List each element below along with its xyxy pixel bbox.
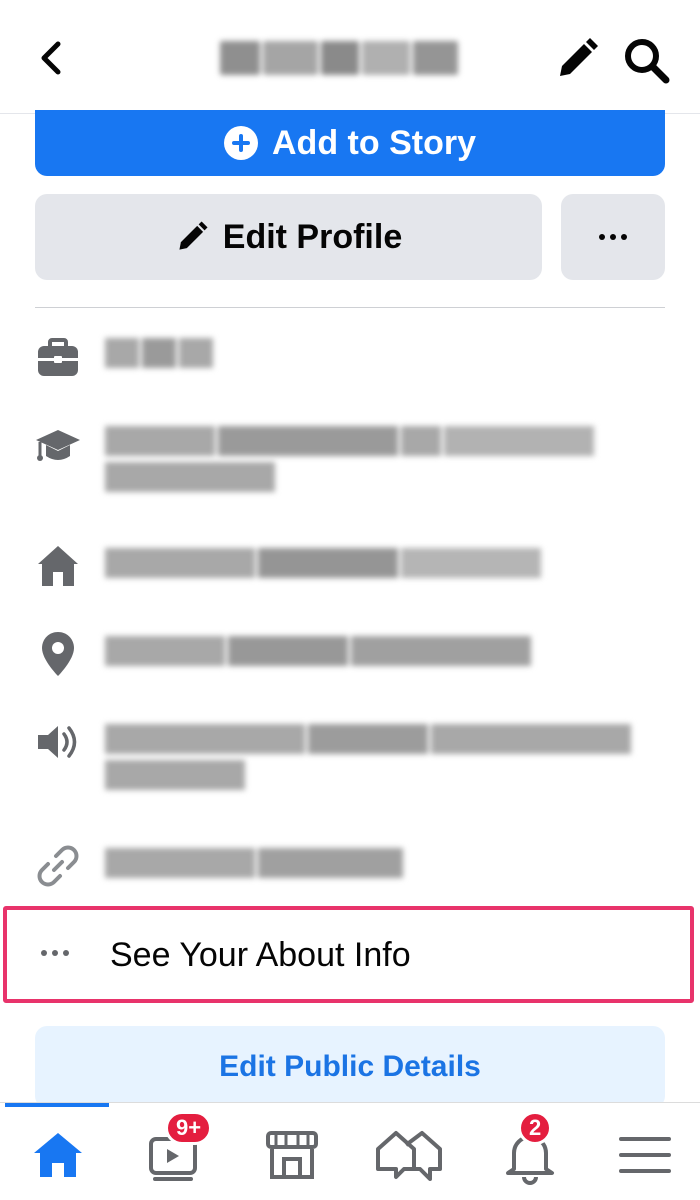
edit-profile-label: Edit Profile [222, 217, 403, 256]
more-options-button[interactable] [561, 194, 665, 280]
divider [35, 307, 665, 308]
bottom-navigation: 9+ 2 [0, 1102, 700, 1200]
edit-profile-button[interactable]: Edit Profile [35, 194, 542, 280]
active-tab-indicator [5, 1103, 109, 1107]
info-item-lives-in [30, 540, 670, 600]
notification-badge: 2 [518, 1111, 553, 1145]
marketplace-icon[interactable] [262, 1125, 322, 1185]
redacted-text [105, 724, 631, 796]
profile-screen: Add to Story Edit Profile See Your About… [0, 0, 700, 1200]
info-item-link [30, 838, 670, 898]
link-icon [37, 845, 79, 887]
chevron-left-icon[interactable] [30, 36, 74, 80]
edit-public-details-label: Edit Public Details [219, 1050, 481, 1083]
redacted-text [105, 636, 531, 672]
add-to-story-label: Add to Story [272, 123, 476, 162]
speaker-icon [38, 726, 77, 758]
menu-icon[interactable] [615, 1125, 675, 1185]
location-pin-icon [42, 632, 74, 676]
home-icon[interactable] [28, 1125, 88, 1185]
redacted-text [105, 548, 541, 584]
notifications-tab[interactable]: 2 [500, 1111, 560, 1185]
groups-icon[interactable] [374, 1125, 444, 1185]
top-bar [0, 0, 700, 114]
pencil-icon[interactable] [554, 36, 600, 82]
info-item-education [30, 420, 670, 520]
pencil-icon [179, 221, 208, 250]
info-item-bio [30, 716, 670, 816]
info-item-work [30, 330, 670, 390]
video-tab[interactable]: 9+ [145, 1111, 213, 1185]
edit-public-details-button[interactable]: Edit Public Details [35, 1026, 665, 1108]
info-item-from [30, 628, 670, 688]
profile-name-redacted [220, 36, 480, 80]
see-about-info-label: See Your About Info [110, 936, 411, 974]
redacted-text [105, 338, 213, 374]
more-horizontal-icon [599, 234, 627, 240]
briefcase-icon [38, 338, 78, 376]
redacted-text [105, 426, 594, 498]
redacted-text [105, 848, 403, 884]
graduation-cap-icon [36, 430, 80, 461]
home-icon [38, 546, 78, 586]
search-icon[interactable] [622, 36, 670, 84]
see-about-info-item[interactable]: See Your About Info [3, 906, 694, 1003]
plus-circle-icon [224, 126, 258, 160]
add-to-story-button[interactable]: Add to Story [35, 110, 665, 176]
more-horizontal-icon [41, 950, 69, 956]
notification-badge: 9+ [165, 1111, 213, 1145]
